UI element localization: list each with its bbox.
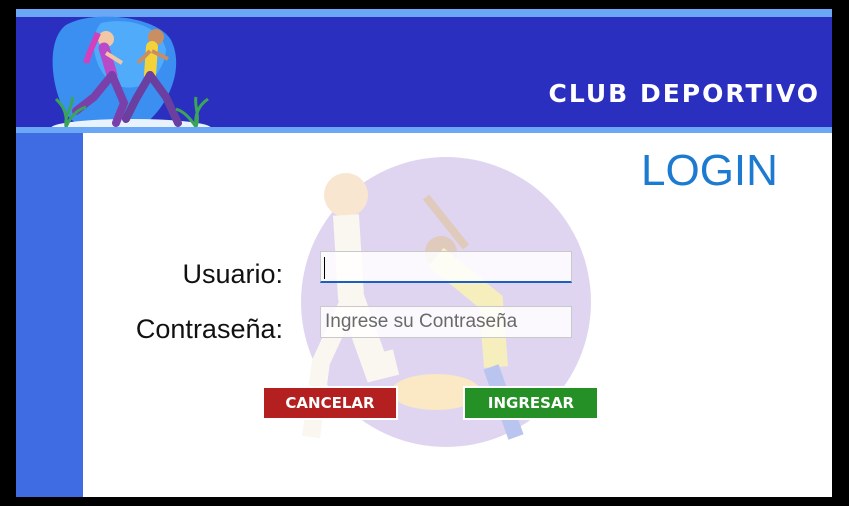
club-title: CLUB DEPORTIVO [548, 79, 820, 108]
cancel-button[interactable]: CANCELAR [262, 386, 398, 420]
text-caret [324, 257, 325, 279]
header-banner: CLUB DEPORTIVO [16, 16, 832, 137]
runners-logo-icon [51, 16, 211, 137]
username-label: Usuario: [182, 259, 283, 289]
login-window: CLUB DEPORTIVO LOGIN Usuario: Contraseña… [16, 9, 832, 497]
username-input[interactable] [320, 251, 572, 283]
left-sidebar [16, 133, 83, 497]
password-input[interactable] [320, 306, 572, 338]
login-title: LOGIN [641, 146, 778, 195]
login-panel: LOGIN Usuario: Contraseña: CANCELAR INGR… [83, 133, 832, 497]
submit-login-button[interactable]: INGRESAR [463, 386, 599, 420]
password-label: Contraseña: [135, 314, 283, 344]
